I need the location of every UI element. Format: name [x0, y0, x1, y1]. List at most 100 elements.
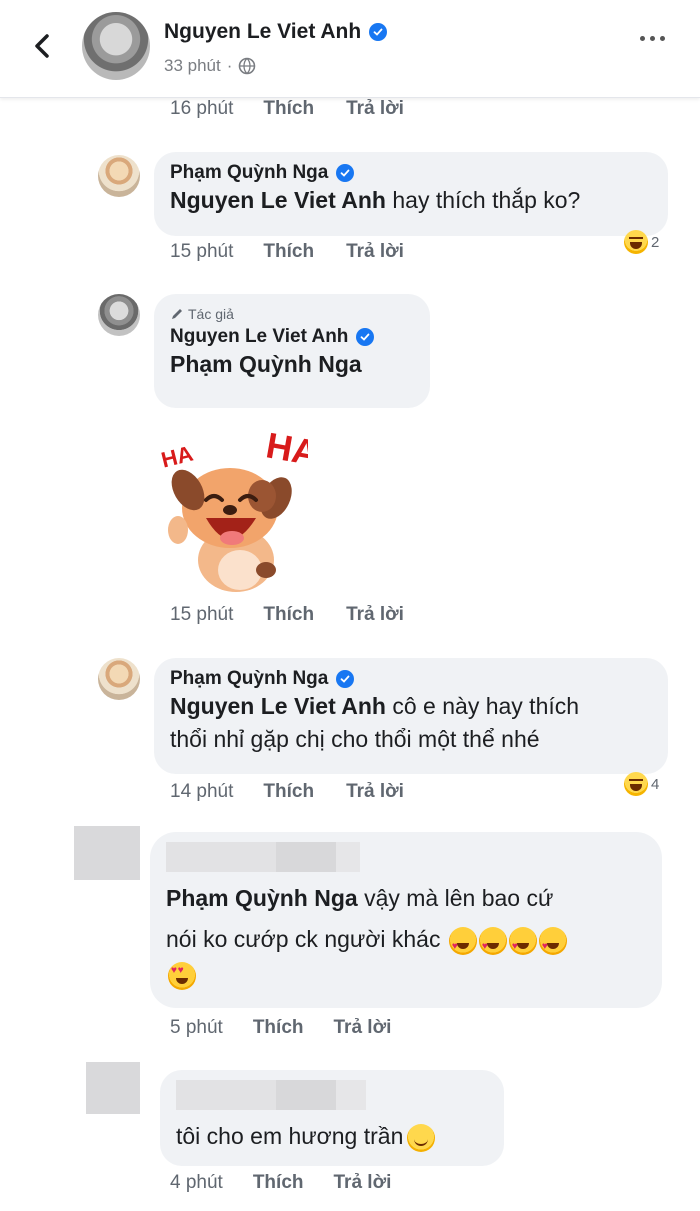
author-name: Phạm Quỳnh Nga: [170, 668, 329, 689]
reply-button[interactable]: Trả lời: [346, 781, 404, 803]
reaction-summary[interactable]: 4: [624, 772, 659, 796]
author-badge-label: Tác giả: [188, 306, 234, 322]
blurred-name: [336, 842, 360, 872]
comment-time[interactable]: 14 phút: [170, 781, 233, 803]
reply-button[interactable]: Trả lời: [346, 98, 404, 120]
avatar[interactable]: [98, 155, 140, 197]
mention-link[interactable]: Phạm Quỳnh Nga: [170, 348, 414, 381]
comment-actions: 4 phút Thích Trả lời: [170, 1172, 391, 1194]
post-meta: 33 phút ·: [164, 56, 256, 76]
back-button[interactable]: [22, 26, 62, 66]
comment-actions: 14 phút Thích Trả lời: [170, 781, 404, 803]
like-button[interactable]: Thích: [263, 241, 314, 263]
post-time[interactable]: 33 phút: [164, 56, 221, 76]
blurred-name: [176, 1080, 276, 1110]
verified-icon: [336, 670, 355, 688]
avatar[interactable]: [98, 294, 140, 336]
comment-text: Nguyen Le Viet Anh hay thích thắp ko?: [170, 184, 652, 217]
like-button[interactable]: Thích: [253, 1017, 304, 1039]
globe-icon: [239, 57, 256, 75]
reply-button[interactable]: Trả lời: [346, 604, 404, 626]
comment-text: Phạm Quỳnh Nga vậy mà lên bao cứ: [166, 882, 646, 915]
comment-text: Nguyen Le Viet Anh cô e này hay thích: [170, 690, 652, 723]
profile-name-text: Nguyen Le Viet Anh: [164, 20, 362, 43]
like-button[interactable]: Thích: [263, 98, 314, 120]
haha-icon: [624, 230, 648, 254]
comment-bubble: Phạm Quỳnh Nga vậy mà lên bao cứ nói ko …: [150, 832, 662, 1008]
sticker-text: HA: [263, 424, 308, 473]
comment-time[interactable]: 5 phút: [170, 1017, 223, 1039]
comment-text: tôi cho em hương trần: [176, 1120, 488, 1153]
verified-icon: [336, 164, 355, 182]
comment-actions: 15 phút Thích Trả lời: [170, 604, 404, 626]
dot-icon: [660, 36, 665, 41]
comment-text: nói ko cướp ck người khác: [166, 923, 646, 963]
comment-time[interactable]: 15 phút: [170, 604, 233, 626]
comment-bubble: Phạm Quỳnh Nga Nguyen Le Viet Anh cô e n…: [154, 658, 668, 774]
comment-actions: 16 phút Thích Trả lời: [170, 98, 404, 120]
comment-bubble: tôi cho em hương trần: [160, 1070, 504, 1166]
comment-author[interactable]: [166, 842, 646, 882]
mention-link[interactable]: Nguyen Le Viet Anh: [170, 693, 386, 719]
author-badge: Tác giả: [170, 306, 414, 322]
blurred-name: [276, 842, 336, 872]
avatar[interactable]: [98, 658, 140, 700]
dot-icon: [650, 36, 655, 41]
dog-laughing-sticker[interactable]: HA HA: [158, 420, 308, 600]
comment-time[interactable]: 15 phút: [170, 241, 233, 263]
like-button[interactable]: Thích: [263, 781, 314, 803]
comment-body: hay thích thắp ko?: [385, 187, 581, 213]
like-button[interactable]: Thích: [263, 604, 314, 626]
like-button[interactable]: Thích: [253, 1172, 304, 1194]
author-name: Nguyen Le Viet Anh: [170, 326, 349, 347]
comment-text: thổi nhỉ gặp chị cho thổi một thể nhé: [170, 726, 540, 752]
avatar[interactable]: [82, 12, 150, 80]
heart-eyes-emoji-icon: [478, 926, 507, 963]
comment-body: cô e này hay thích: [385, 693, 580, 719]
reply-button[interactable]: Trả lời: [346, 241, 404, 263]
reply-button[interactable]: Trả lời: [334, 1172, 392, 1194]
dot-icon: [640, 36, 645, 41]
author-name: Phạm Quỳnh Nga: [170, 162, 329, 183]
comment-author[interactable]: Nguyen Le Viet Anh: [170, 326, 414, 348]
comment-body: tôi cho em hương trần: [176, 1123, 404, 1149]
verified-icon: [356, 328, 375, 346]
separator: ·: [226, 56, 233, 75]
haha-icon: [624, 772, 648, 796]
sticker-text: HA: [159, 441, 196, 473]
mention-link[interactable]: Phạm Quỳnh Nga: [166, 885, 358, 911]
comment-time[interactable]: 4 phút: [170, 1172, 223, 1194]
more-options-button[interactable]: [640, 36, 665, 41]
comment-actions: 5 phút Thích Trả lời: [170, 1017, 391, 1039]
verified-icon: [369, 23, 388, 41]
heart-eyes-emoji-icon: [168, 962, 196, 990]
blurred-name: [166, 842, 276, 872]
comment-author[interactable]: [176, 1080, 488, 1120]
comment-body: vậy mà lên bao cứ: [357, 885, 554, 911]
mention-link[interactable]: Nguyen Le Viet Anh: [170, 187, 386, 213]
comment-author[interactable]: Phạm Quỳnh Nga: [170, 668, 652, 690]
reply-button[interactable]: Trả lời: [334, 1017, 392, 1039]
comment-body: nói ko cướp ck người khác: [166, 926, 441, 952]
comment-time[interactable]: 16 phút: [170, 98, 233, 120]
pencil-icon: [172, 309, 182, 319]
heart-eyes-emoji-icon: [538, 926, 567, 963]
heart-eyes-emoji-icon: [508, 926, 537, 963]
reaction-summary[interactable]: 2: [624, 230, 659, 254]
blurred-name: [336, 1080, 366, 1110]
profile-name[interactable]: Nguyen Le Viet Anh: [164, 20, 388, 44]
comment-bubble: Tác giả Nguyen Le Viet Anh Phạm Quỳnh Ng…: [154, 294, 430, 408]
reaction-count: 2: [651, 233, 660, 251]
comment-actions: 15 phút Thích Trả lời: [170, 241, 404, 263]
chevron-left-icon: [35, 34, 49, 58]
blurred-name: [276, 1080, 336, 1110]
heart-eyes-emoji-icon: [448, 926, 477, 963]
comment-author[interactable]: Phạm Quỳnh Nga: [170, 162, 652, 184]
comment-bubble: Phạm Quỳnh Nga Nguyen Le Viet Anh hay th…: [154, 152, 668, 236]
post-header: Nguyen Le Viet Anh 33 phút ·: [0, 0, 700, 98]
smile-emoji-icon: [407, 1123, 436, 1152]
comment-text: [166, 962, 646, 990]
reaction-count: 4: [651, 775, 660, 793]
avatar[interactable]: [86, 1062, 140, 1114]
avatar[interactable]: [74, 826, 140, 880]
